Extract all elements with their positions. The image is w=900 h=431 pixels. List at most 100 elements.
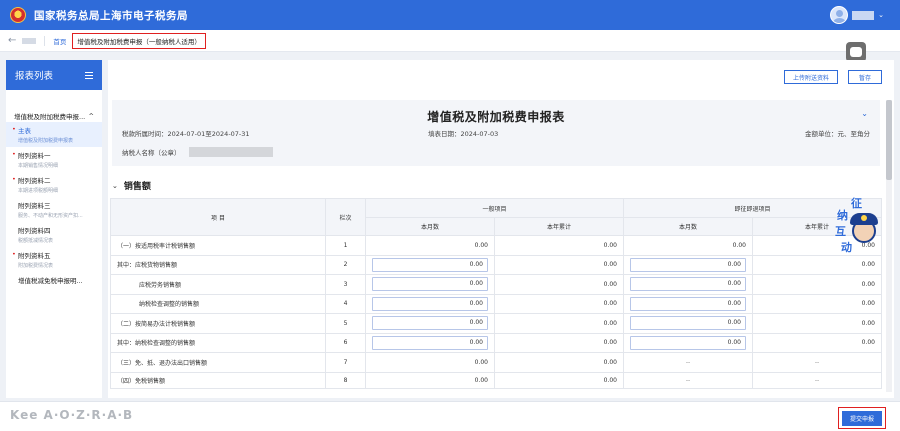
amount-value: 0.00 [494, 274, 624, 295]
sales-table: 项 目 栏次 一般项目 即征即退项目 本月数 本年累计 本月数 本年累计 （一）… [110, 198, 882, 389]
sidebar-item[interactable]: 附列资料四 税额抵减情况表 [6, 222, 102, 247]
sales-table-body: （一）按适用税率计税销售额 1 0.00 0.00 0.00 0.00 其中：应税货物销售额… [110, 235, 882, 389]
watermark: Kee A·O·Z·R·A·B [10, 408, 134, 422]
row-item-label: 其中：纳税检查调整的销售额 [110, 332, 326, 353]
chevron-down-icon[interactable]: ⌄ [112, 182, 118, 190]
assistant-robot-icon[interactable] [846, 42, 866, 62]
user-menu[interactable]: ⌄ [830, 6, 884, 24]
amount-value: -- [752, 352, 882, 373]
amount-value: 0.00 [494, 352, 624, 373]
amount-value: -- [752, 371, 882, 389]
row-column-number: 2 [325, 254, 366, 275]
header-item: 项 目 [110, 198, 326, 236]
sidebar-item-subtitle: 附加税费情况表 [18, 263, 54, 269]
chevron-down-icon[interactable]: ⌄ [861, 109, 868, 118]
table-row: （四）免税销售额 8 0.00 0.00 -- -- [110, 371, 882, 389]
row-column-number: 1 [325, 235, 366, 256]
sidebar-item[interactable]: 附列资料二本期进项税额明细 [6, 172, 102, 197]
chevron-down-icon[interactable]: ⌄ [878, 11, 884, 19]
amount-input[interactable]: 0.00 [630, 277, 746, 292]
amount-value: 0.00 [752, 332, 882, 353]
back-arrow-icon[interactable]: ← [8, 35, 16, 46]
sidebar-item-subtitle: 本期销售情况明细 [18, 163, 59, 169]
amount-value: -- [623, 371, 753, 389]
tax-emblem-icon [10, 7, 26, 23]
row-column-number: 6 [325, 332, 366, 353]
amount-input[interactable]: 0.00 [372, 277, 488, 292]
upload-attachments-button[interactable]: 上传附送资料 [783, 70, 838, 84]
menu-icon[interactable] [85, 71, 93, 79]
sidebar-item[interactable]: 附列资料一本期销售情况明细 [6, 147, 102, 172]
amount-input[interactable]: 0.00 [630, 257, 746, 272]
amount-input[interactable]: 0.00 [372, 316, 488, 331]
header-general: 一般项目 [365, 198, 624, 218]
amount-value: 0.00 [494, 371, 624, 389]
amount-input[interactable]: 0.00 [630, 296, 746, 311]
amount-value: 0.00 [494, 332, 624, 353]
sidebar-title: 报表列表 [15, 71, 54, 82]
amount-value: 0.00 [752, 313, 882, 334]
amount-value: 0.00 [494, 235, 624, 256]
sidebar-item-label: 附列资料二 [12, 175, 94, 185]
row-item-label: （一）按适用税率计税销售额 [110, 235, 326, 256]
table-row: （二）按简易办法计税销售额 5 0.00 0.00 0.00 0.00 [110, 313, 882, 334]
chevron-up-icon[interactable]: ^ [89, 112, 94, 120]
amount-value: 0.00 [365, 371, 495, 389]
breadcrumb-home-link[interactable]: 首页 [53, 36, 66, 46]
breadcrumb-current-tab[interactable]: 增值税及附加税费申报（一般纳税人适用） [72, 32, 206, 49]
amount-value: 0.00 [494, 313, 624, 334]
save-draft-button[interactable]: 暂存 [848, 70, 882, 84]
amount-unit: 金额单位：元、至角分 [805, 130, 870, 138]
sales-section-header[interactable]: ⌄ 销售额 [112, 179, 151, 193]
row-column-number: 8 [325, 371, 366, 389]
sidebar-item-label: 附列资料五 [12, 250, 94, 260]
back-label-redacted[interactable] [22, 37, 37, 44]
scrollbar-thumb[interactable] [886, 100, 892, 180]
row-item-label: 应税劳务销售额 [110, 274, 326, 295]
row-column-number: 4 [325, 293, 366, 314]
amount-cell: 0.00 [365, 332, 495, 353]
tax-interaction-mascot[interactable]: 征 纳 互 动 [833, 195, 891, 257]
mascot-badge-icon [861, 215, 867, 221]
amount-value: 0.00 [494, 254, 624, 275]
sidebar-item-label: 附列资料四 [18, 227, 51, 235]
form-header: 增值税及附加税费申报表 ⌄ 税款所属时间：2024-07-01至2024-07-… [112, 100, 880, 166]
top-header: 国家税务总局上海市电子税务局 ⌄ [0, 0, 900, 30]
sidebar-item-label: 主表 [12, 125, 94, 135]
row-item-label: （三）免、抵、退办法出口销售额 [110, 352, 326, 373]
sidebar-section-vat[interactable]: 增值税及附加税费申报... ^ [6, 110, 102, 122]
taxpayer-name-redacted [188, 147, 273, 157]
user-avatar-icon[interactable] [830, 6, 849, 24]
amount-value: 0.00 [752, 254, 882, 275]
amount-value: 0.00 [365, 235, 495, 256]
sidebar-item[interactable]: 主表增值税及附加税费申报表 [6, 122, 102, 147]
form-title: 增值税及附加税费申报表 [427, 110, 565, 124]
row-column-number: 3 [325, 274, 366, 295]
sidebar-item-label: 附列资料一 [12, 150, 94, 160]
amount-input[interactable]: 0.00 [630, 335, 746, 350]
amount-input[interactable]: 0.00 [372, 257, 488, 272]
amount-value: -- [623, 352, 753, 373]
amount-cell: 0.00 [365, 254, 495, 275]
sidebar-item[interactable]: 附列资料五附加税费情况表 [6, 247, 102, 272]
amount-input[interactable]: 0.00 [372, 335, 488, 350]
row-column-number: 7 [325, 352, 366, 373]
row-item-label: 纳税检查调整的销售额 [110, 293, 326, 314]
row-column-number: 5 [325, 313, 366, 334]
sidebar-item[interactable]: 附列资料三 服务、不动产和无形资产扣... [6, 197, 102, 222]
submit-declaration-button[interactable]: 提交申报 [842, 410, 882, 426]
amount-input[interactable]: 0.00 [372, 296, 488, 311]
amount-cell: 0.00 [623, 293, 753, 314]
amount-value: 0.00 [752, 274, 882, 295]
tax-period: 税款所属时间：2024-07-01至2024-07-31 [122, 130, 250, 138]
amount-cell: 0.00 [623, 313, 753, 334]
main-panel: 上传附送资料 暂存 增值税及附加税费申报表 ⌄ 税款所属时间：2024-07-0… [108, 60, 894, 398]
amount-cell: 0.00 [365, 293, 495, 314]
sales-section-title: 销售额 [123, 182, 151, 192]
site-title: 国家税务总局上海市电子税务局 [34, 9, 188, 22]
sidebar-item[interactable]: 增值税减免税申报明... [6, 272, 102, 296]
amount-input[interactable]: 0.00 [630, 316, 746, 331]
sidebar-item-label: 增值税减免税申报明... [18, 277, 83, 285]
row-item-label: （四）免税销售额 [110, 371, 326, 389]
amount-cell: 0.00 [365, 313, 495, 334]
